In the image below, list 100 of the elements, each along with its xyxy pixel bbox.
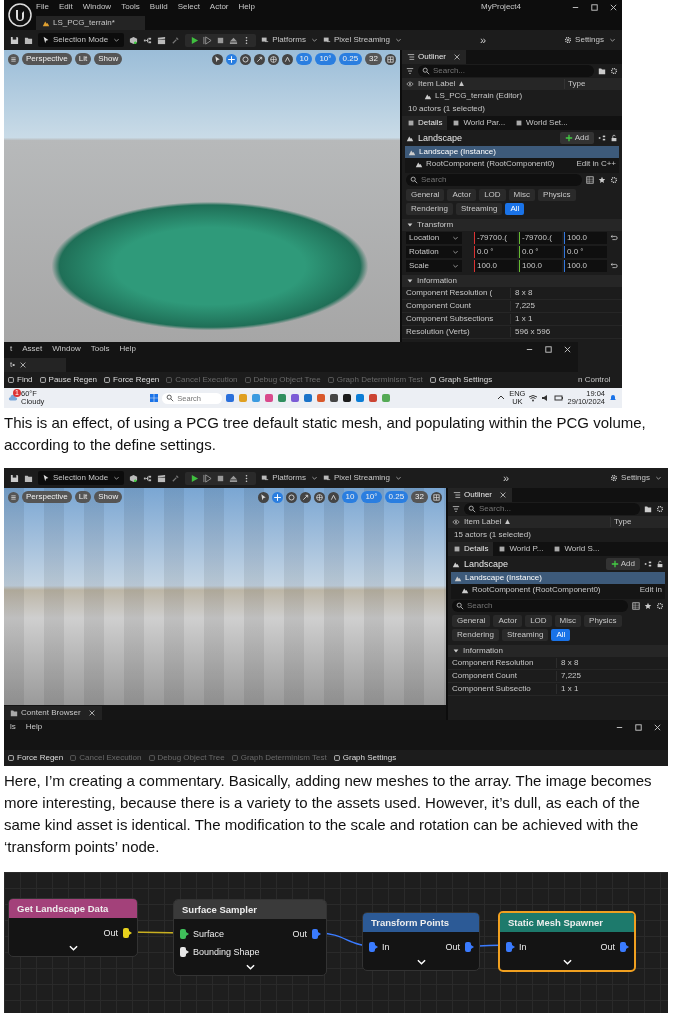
eject-icon[interactable] — [229, 35, 239, 45]
add-folder-icon[interactable] — [598, 67, 606, 75]
layout-icon[interactable] — [431, 491, 442, 503]
scale-icon[interactable] — [299, 491, 311, 503]
save-icon[interactable] — [10, 35, 19, 45]
component-item[interactable]: RootComponent (RootComponent0) Edit in — [451, 584, 665, 596]
document-tab[interactable]: LS_PCG_terrain* — [36, 16, 145, 30]
filter-chip[interactable]: Actor — [447, 189, 477, 201]
column-header[interactable]: Type — [610, 517, 664, 527]
toolbar-button[interactable]: Graph Settings — [332, 753, 397, 763]
play-icon[interactable] — [190, 35, 200, 45]
menu-item[interactable]: Edit — [58, 2, 73, 12]
scale-icon[interactable] — [253, 53, 265, 65]
toolbar-menu[interactable]: Pixel Streaming — [322, 473, 402, 483]
settings-icon[interactable] — [656, 602, 664, 610]
column-header[interactable]: Item Label ▲ — [418, 79, 560, 89]
maximize-icon[interactable] — [590, 2, 599, 12]
selection-mode-dropdown[interactable]: Selection Mode — [38, 33, 125, 47]
value-field[interactable]: 0.0 ° — [564, 246, 607, 258]
panel-tab[interactable]: World Set... — [510, 116, 573, 130]
pin-icon[interactable] — [179, 946, 189, 958]
layout-icon[interactable] — [385, 53, 396, 65]
menu-icon[interactable] — [8, 491, 19, 503]
toolbar-menu[interactable]: Platforms — [261, 35, 318, 45]
settings-button[interactable]: Settings — [564, 35, 616, 45]
app-icon[interactable] — [342, 393, 353, 403]
viewport-button[interactable]: Perspective — [22, 53, 72, 65]
menu-item[interactable]: Actor — [209, 2, 229, 12]
filter-icon[interactable] — [406, 67, 414, 75]
outliner-tab[interactable]: Outliner — [402, 50, 466, 64]
add-cube-icon[interactable] — [129, 35, 139, 45]
star-icon[interactable] — [598, 176, 606, 184]
viewport-button[interactable]: Perspective — [22, 491, 72, 503]
menu-item[interactable]: Build — [149, 2, 168, 12]
menu-item[interactable]: Help — [119, 344, 136, 354]
close-icon[interactable] — [453, 53, 461, 61]
filter-chip[interactable]: Misc — [554, 615, 582, 627]
filter-chip[interactable]: Rendering — [452, 629, 499, 641]
close-icon[interactable] — [87, 709, 96, 717]
graph-node[interactable]: Get Landscape Data Out — [8, 898, 138, 957]
value-field[interactable]: 100.0 — [519, 260, 562, 272]
menu-item[interactable]: Asset — [22, 344, 43, 354]
play-icon[interactable] — [190, 473, 200, 483]
menu-icon[interactable] — [8, 53, 19, 65]
filter-chip[interactable]: Physics — [584, 615, 622, 627]
expand-chevron-icon[interactable] — [68, 945, 78, 951]
menu-item[interactable]: Help — [25, 722, 43, 732]
select-icon[interactable] — [257, 491, 269, 503]
toolbar-button[interactable]: Force Regen — [103, 375, 160, 385]
filter-chip[interactable]: Streaming — [501, 629, 549, 641]
star-icon[interactable] — [644, 602, 652, 610]
settings-icon[interactable] — [610, 176, 618, 184]
value-field[interactable]: 100.0 — [564, 232, 607, 244]
column-header[interactable]: Item Label ▲ — [464, 517, 606, 527]
value-field[interactable]: -79700.( — [519, 232, 562, 244]
filter-chip[interactable]: Physics — [538, 189, 576, 201]
snap-value-button[interactable]: 10° — [315, 53, 336, 65]
add-folder-icon[interactable] — [644, 505, 652, 513]
content-browser-tab[interactable]: Content Browser — [4, 706, 102, 720]
close-icon[interactable] — [499, 491, 507, 499]
overflow-button[interactable]: » — [503, 473, 510, 483]
rotate-icon[interactable] — [239, 53, 251, 65]
component-item[interactable]: Landscape (Instance) — [451, 572, 665, 584]
add-button[interactable]: Add — [605, 558, 640, 570]
transform-dropdown[interactable]: Rotation — [406, 246, 462, 258]
battery-icon[interactable] — [554, 393, 565, 403]
panel-tab[interactable]: Details — [402, 116, 448, 130]
filter-chip[interactable]: All — [551, 629, 571, 641]
section-header[interactable]: Information — [402, 275, 622, 287]
cloud-icon[interactable] — [8, 393, 18, 403]
toolbar-button[interactable]: Pause Regen — [38, 375, 98, 385]
snap-value-button[interactable]: 10 — [341, 491, 359, 503]
close-icon[interactable] — [563, 344, 572, 354]
toolbar-menu[interactable]: Platforms — [261, 473, 318, 483]
filter-chip[interactable]: Actor — [493, 615, 523, 627]
section-header[interactable]: Transform — [402, 219, 622, 231]
menu-item[interactable]: t — [10, 344, 13, 354]
selection-mode-dropdown[interactable]: Selection Mode — [38, 471, 125, 485]
transform-dropdown[interactable]: Location — [406, 232, 462, 244]
panel-tab[interactable]: World P... — [493, 542, 549, 556]
select-icon[interactable] — [211, 53, 223, 65]
settings-icon[interactable] — [610, 67, 618, 75]
node-title[interactable]: Get Landscape Data — [9, 899, 137, 918]
panel-tab[interactable]: World Par... — [447, 116, 511, 130]
filter-chip[interactable]: General — [452, 615, 491, 627]
value-field[interactable]: -79700.( — [474, 232, 517, 244]
component-item[interactable]: Landscape (Instance) — [405, 146, 619, 158]
surface-snap-icon[interactable] — [281, 53, 293, 65]
transform-dropdown[interactable]: Scale — [406, 260, 462, 272]
graph-node[interactable]: Surface Sampler Surface Bounding Shape Out — [173, 899, 327, 976]
surface-snap-icon[interactable] — [327, 491, 339, 503]
component-item[interactable]: RootComponent (RootComponent0) Edit in C++ — [405, 158, 619, 170]
menu-item[interactable]: Window — [52, 344, 81, 354]
clapperboard-icon[interactable] — [157, 473, 167, 483]
reset-icon[interactable] — [610, 262, 618, 270]
pin-icon[interactable] — [122, 927, 132, 939]
menu-item[interactable]: Tools — [121, 2, 140, 12]
eye-icon[interactable] — [452, 518, 460, 526]
move-icon[interactable] — [225, 53, 237, 65]
windows-icon[interactable] — [149, 393, 160, 403]
